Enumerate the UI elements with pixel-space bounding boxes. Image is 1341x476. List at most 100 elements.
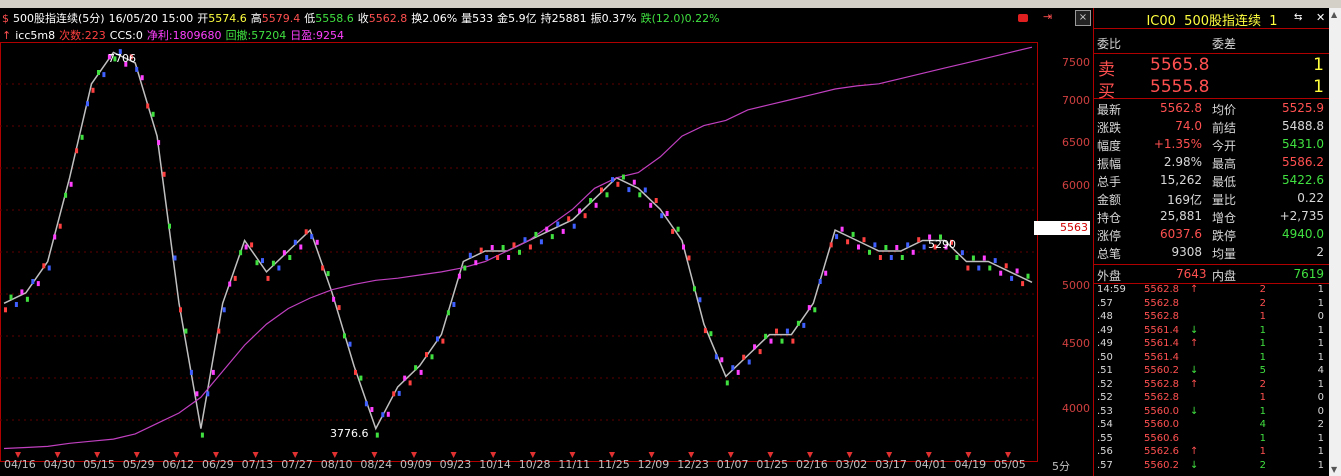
settings-icon[interactable] <box>1018 14 1028 22</box>
signal-mark <box>731 365 735 371</box>
indicator-header: ↑ icc5m8 次数:223 CCS:0 净利:1809680 回撤:57204 日盈:9… <box>2 27 348 43</box>
signal-mark <box>671 228 675 234</box>
period-tab[interactable]: 5分 <box>1052 458 1070 474</box>
tick-time: .57 <box>1097 459 1113 471</box>
signal-mark <box>392 391 396 397</box>
tick-price: 5560.2 <box>1144 365 1179 376</box>
tick-row: .52 5562.8 ↑ 2 1 <box>1094 379 1330 392</box>
signal-mark <box>233 275 237 281</box>
tick-oi: 1 <box>1317 446 1324 457</box>
signal-mark <box>463 265 467 271</box>
signal-mark <box>135 66 139 72</box>
collapse-icon[interactable]: ⇥ <box>1043 10 1052 23</box>
tick-volume: 1 <box>1259 446 1266 457</box>
tick-volume: 2 <box>1259 459 1266 471</box>
stat-label: 总笔 <box>1097 247 1122 261</box>
outer-inner-row: 外盘 7643 内盘 7619 <box>1094 264 1330 284</box>
arrow-icon: ↑ <box>2 29 12 42</box>
signal-mark <box>725 380 729 386</box>
drawdown: 回撤:57204 <box>225 29 287 42</box>
sell-row: 卖 5565.8 1 <box>1094 53 1330 80</box>
tick-row: .55 5560.6 1 1 <box>1094 433 1330 446</box>
signal-mark <box>709 331 713 337</box>
stat-value: +2,735 <box>1279 209 1324 223</box>
signal-mark <box>884 245 888 250</box>
signal-mark <box>14 302 18 307</box>
signal-mark <box>271 260 275 266</box>
stat-row: 金额 169亿 量比 0.22 <box>1094 190 1330 207</box>
signal-mark <box>25 296 29 302</box>
close-icon[interactable]: × <box>1075 10 1091 26</box>
signal-mark <box>1004 263 1008 269</box>
stat-label: 总手 <box>1097 175 1122 189</box>
tick-price: 5562.8 <box>1144 378 1179 390</box>
signal-mark <box>490 245 494 250</box>
stat-label: 均量 <box>1212 247 1237 261</box>
inner-label: 内盘 <box>1212 269 1237 283</box>
change: 跌(12.0)0.22% <box>640 12 720 25</box>
tick-price: 5560.0 <box>1144 419 1179 430</box>
indicator-name[interactable]: icc5m8 <box>15 29 55 42</box>
signal-mark <box>654 198 658 203</box>
signal-mark <box>211 369 215 375</box>
signal-mark <box>550 234 554 240</box>
signal-mark <box>364 401 368 407</box>
stat-row: 涨停 6037.6 跌停 4940.0 <box>1094 226 1330 243</box>
signal-mark <box>91 87 95 93</box>
signal-mark <box>922 244 926 250</box>
tick-price: 5560.2 <box>1144 459 1179 471</box>
tick-price: 5561.4 <box>1144 338 1179 349</box>
signal-mark <box>195 391 199 397</box>
signal-mark <box>955 255 959 260</box>
price-chart[interactable] <box>0 42 1036 460</box>
signal-mark <box>80 134 84 140</box>
signal-mark <box>189 369 193 375</box>
quote-header: $500股指连续(5分) 16/05/20 15:00 开5574.6 高5579.4… <box>2 10 724 26</box>
signal-mark <box>36 281 40 287</box>
signal-mark <box>895 245 899 250</box>
tick-volume: 1 <box>1259 311 1266 322</box>
stat-row: 总笔 9308 均量 2 <box>1094 244 1330 261</box>
stat-value: 169亿 <box>1167 193 1202 207</box>
signal-mark <box>75 148 79 154</box>
signal-mark <box>179 307 182 313</box>
tick-row: .49 5561.4 ↑ 1 1 <box>1094 338 1330 351</box>
stat-value: 6037.6 <box>1160 227 1202 241</box>
stat-label: 跌停 <box>1212 229 1237 243</box>
dollar-icon[interactable]: $ <box>2 12 9 25</box>
signal-mark <box>780 338 784 344</box>
signal-mark <box>414 365 418 371</box>
x-tick-label: 10/14 <box>479 458 511 471</box>
panel-title: IC00 500股指连续 1 ⇆ ✕ <box>1094 10 1330 29</box>
signal-mark <box>304 229 308 235</box>
window-top-strip <box>0 0 1341 8</box>
x-tick-label: 04/19 <box>954 458 987 471</box>
signal-mark <box>86 101 89 107</box>
outer-value: 7643 <box>1176 267 1207 281</box>
signal-mark <box>567 216 571 222</box>
signal-mark <box>807 305 811 311</box>
signal-mark <box>643 187 647 193</box>
signal-mark <box>168 223 171 229</box>
stat-label: 金额 <box>1097 193 1122 207</box>
stat-value: 5422.6 <box>1282 173 1324 187</box>
stat-value: 5488.8 <box>1282 119 1324 133</box>
x-tick-label: 06/12 <box>162 458 195 471</box>
signal-mark <box>446 310 450 316</box>
x-tick-label: 03/02 <box>835 458 868 471</box>
x-tick-label: 11/25 <box>598 458 630 471</box>
scroll-up-icon[interactable]: ▲ <box>1331 10 1337 19</box>
x-tick-label: 10/28 <box>518 458 551 471</box>
panel-close-icon[interactable]: ✕ <box>1316 11 1325 24</box>
tick-oi: 0 <box>1317 392 1324 403</box>
signal-mark <box>660 213 664 219</box>
datetime: 16/05/20 15:00 <box>108 12 194 25</box>
scroll-down-icon[interactable]: ▼ <box>1331 465 1337 474</box>
daily-profit: 日盈:9254 <box>290 29 344 42</box>
signal-mark <box>764 333 768 339</box>
volume: 量533 <box>461 12 494 25</box>
signal-mark <box>556 221 560 227</box>
vertical-scrollbar[interactable]: ▲ ▼ <box>1329 8 1341 476</box>
signal-mark <box>321 265 325 271</box>
scroll-icon[interactable]: ⇆ <box>1294 12 1302 23</box>
